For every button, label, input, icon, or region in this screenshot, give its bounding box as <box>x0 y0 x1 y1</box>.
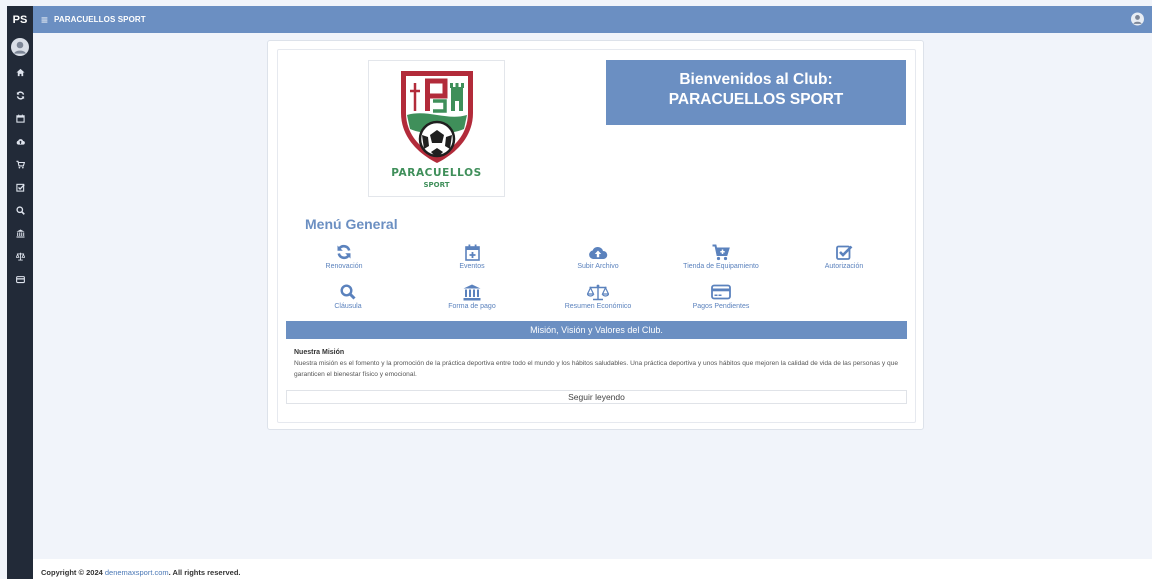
user-avatar-icon[interactable] <box>1131 12 1144 26</box>
menu-item-subir-archivo[interactable]: Subir Archivo <box>533 243 663 273</box>
menu-item-forma-pago[interactable]: Forma de pago <box>407 283 537 313</box>
sidebar-item-home[interactable] <box>7 61 33 83</box>
welcome-line-1: Bienvenidos al Club: <box>679 71 833 88</box>
menu-title: Menú General <box>305 216 398 232</box>
menu-item-label: Renovación <box>325 263 363 270</box>
balance-scale-icon <box>15 252 25 261</box>
mission-bar: Misión, Visión y Valores del Club. <box>286 321 907 339</box>
mission-text: Nuestra misión es el fomento y la promoc… <box>294 360 899 378</box>
balance-scale-icon <box>587 284 609 300</box>
home-icon <box>15 68 25 76</box>
cart-icon <box>15 160 25 168</box>
menu-item-label: Resumen Económico <box>564 303 632 310</box>
club-crest-icon <box>401 71 473 163</box>
search-icon <box>15 205 25 215</box>
menu-item-label: Forma de pago <box>448 303 496 310</box>
cloud-upload-icon <box>589 246 608 259</box>
sidebar-item-renovacion[interactable] <box>7 84 33 106</box>
menu-item-label: Subir Archivo <box>577 263 619 270</box>
footer-copyright: Copyright © 2024 <box>41 568 105 577</box>
footer: Copyright © 2024 denemaxsport.com. All r… <box>33 559 1152 579</box>
sidebar <box>7 33 33 579</box>
read-more-button[interactable]: Seguir leyendo <box>286 390 907 404</box>
card-content: PARACUELLOS SPORT Bienvenidos al Club: P… <box>277 49 916 423</box>
credit-card-icon <box>15 275 25 283</box>
sidebar-item-eventos[interactable] <box>7 107 33 129</box>
menu-item-renovacion[interactable]: Renovación <box>279 243 409 273</box>
menu-item-resumen-economico[interactable]: Resumen Económico <box>533 283 663 313</box>
app-title: PARACUELLOS SPORT <box>54 15 146 24</box>
welcome-line-2: PARACUELLOS SPORT <box>668 91 844 108</box>
welcome-banner: Bienvenidos al Club: PARACUELLOS SPORT <box>606 60 906 125</box>
menu-item-label: Tienda de Equipamiento <box>683 263 759 270</box>
menu-item-clausula[interactable]: Cláusula <box>283 283 413 313</box>
menu-item-label: Eventos <box>459 263 485 270</box>
sidebar-item-resumen[interactable] <box>7 245 33 267</box>
main-card: PARACUELLOS SPORT Bienvenidos al Club: P… <box>267 40 924 430</box>
menu-item-tienda-equipamiento[interactable]: Tienda de Equipamiento <box>656 243 786 273</box>
mission-heading: Nuestra Misión <box>294 349 345 356</box>
brand-logo[interactable]: PS <box>7 6 33 33</box>
menu-item-eventos[interactable]: Eventos <box>407 243 537 273</box>
sidebar-item-clausula[interactable] <box>7 199 33 221</box>
check-square-icon <box>15 183 25 192</box>
sidebar-item-autorizacion[interactable] <box>7 176 33 198</box>
cloud-upload-icon <box>16 138 25 145</box>
top-navbar: PS ≡ PARACUELLOS SPORT <box>7 6 1152 33</box>
bank-icon <box>463 284 481 300</box>
menu-item-label: Cláusula <box>334 303 362 310</box>
calendar-plus-icon <box>464 244 480 261</box>
top-bar: PS ≡ PARACUELLOS SPORT <box>0 0 1152 33</box>
calendar-icon <box>15 114 25 123</box>
club-logo-subname: SPORT <box>423 181 450 189</box>
footer-rights: . All rights reserved. <box>168 568 241 577</box>
refresh-icon <box>16 90 24 100</box>
menu-item-label: Pagos Pendientes <box>692 303 750 310</box>
menu-item-autorizacion[interactable]: Autorización <box>779 243 909 273</box>
sidebar-item-subir-archivo[interactable] <box>7 130 33 152</box>
refresh-icon <box>337 244 351 260</box>
menu-item-pagos-pendientes[interactable]: Pagos Pendientes <box>656 283 786 313</box>
sidebar-avatar-icon[interactable] <box>11 38 29 56</box>
bank-icon <box>15 228 25 238</box>
hamburger-icon[interactable]: ≡ <box>41 13 48 27</box>
sidebar-item-tienda[interactable] <box>7 153 33 175</box>
search-icon <box>340 284 356 300</box>
check-square-icon <box>835 245 852 260</box>
footer-link[interactable]: denemaxsport.com <box>105 568 169 577</box>
menu-item-label: Autorización <box>824 263 864 270</box>
sidebar-item-forma-pago[interactable] <box>7 222 33 244</box>
club-logo-name: PARACUELLOS <box>391 167 482 179</box>
club-logo: PARACUELLOS SPORT <box>368 60 505 197</box>
sidebar-item-pagos-pendientes[interactable] <box>7 268 33 290</box>
cart-plus-icon <box>712 244 730 260</box>
credit-card-icon <box>711 284 731 300</box>
